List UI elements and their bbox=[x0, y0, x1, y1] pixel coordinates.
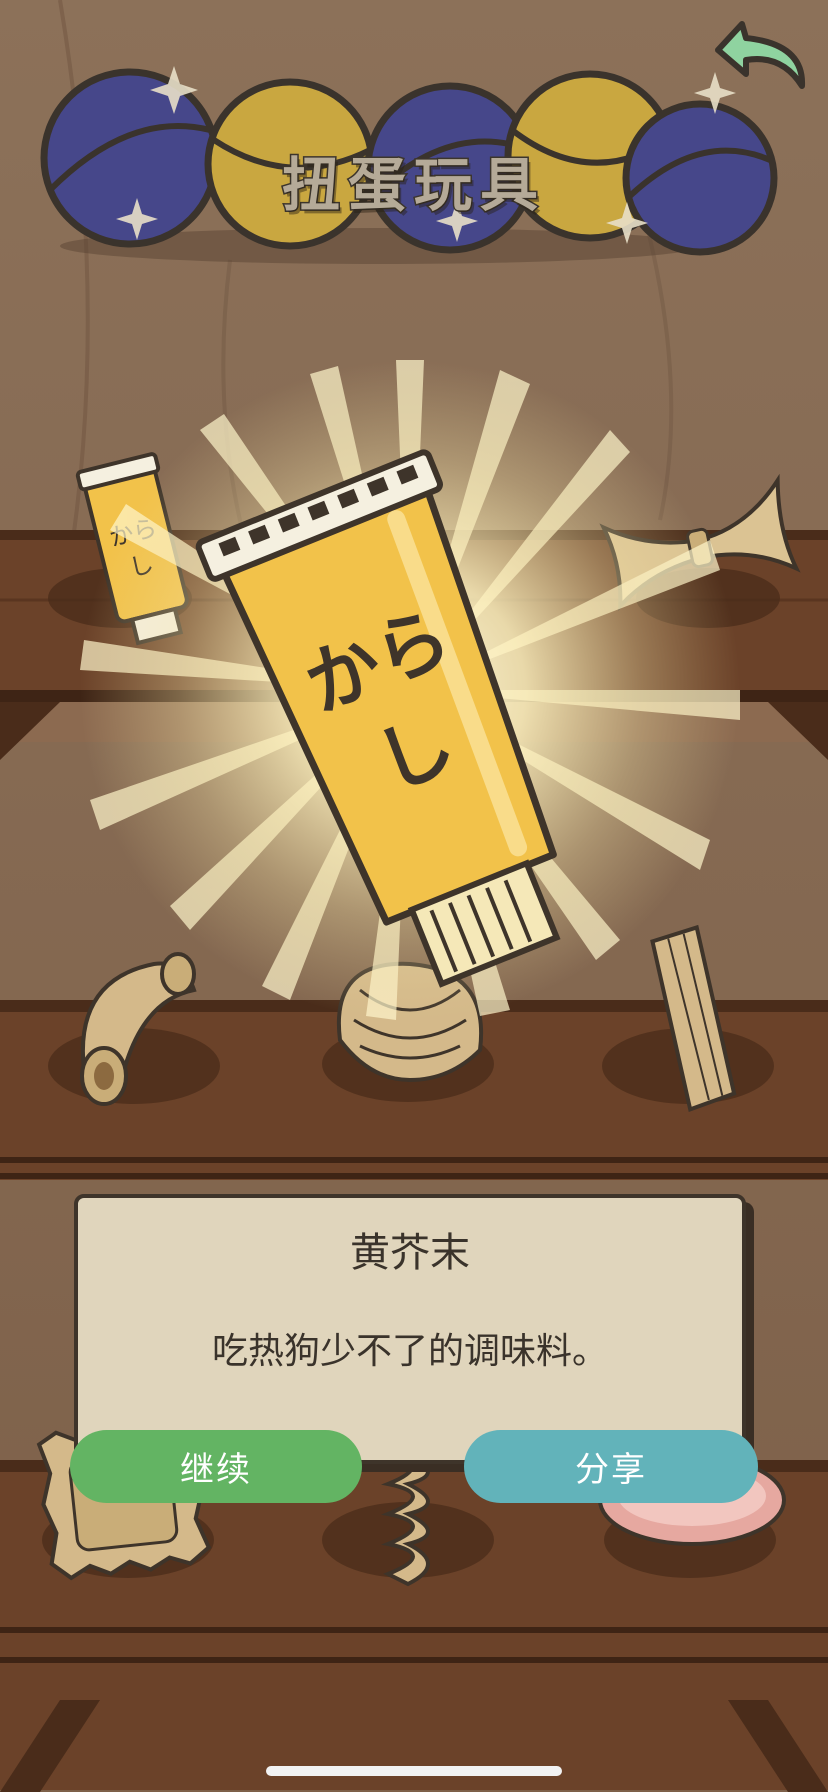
screen-title: 扭蛋玩具 bbox=[280, 150, 546, 221]
share-button[interactable]: 分享 bbox=[464, 1430, 758, 1503]
back-arrow-icon bbox=[715, 21, 806, 89]
back-button[interactable] bbox=[712, 14, 816, 100]
game-screen: から し 扭蛋玩具 黄芥末 吃热狗少不了的调味料。 继续 分享 bbox=[0, 0, 828, 1792]
item-name: 黄芥末 bbox=[350, 1230, 470, 1276]
scene: から し bbox=[0, 0, 828, 1792]
home-indicator[interactable] bbox=[266, 1766, 562, 1776]
item-description: 吃热狗少不了的调味料。 bbox=[211, 1331, 608, 1372]
continue-button[interactable]: 继续 bbox=[70, 1430, 362, 1503]
item-info-card: 黄芥末 吃热狗少不了的调味料。 bbox=[74, 1194, 746, 1464]
